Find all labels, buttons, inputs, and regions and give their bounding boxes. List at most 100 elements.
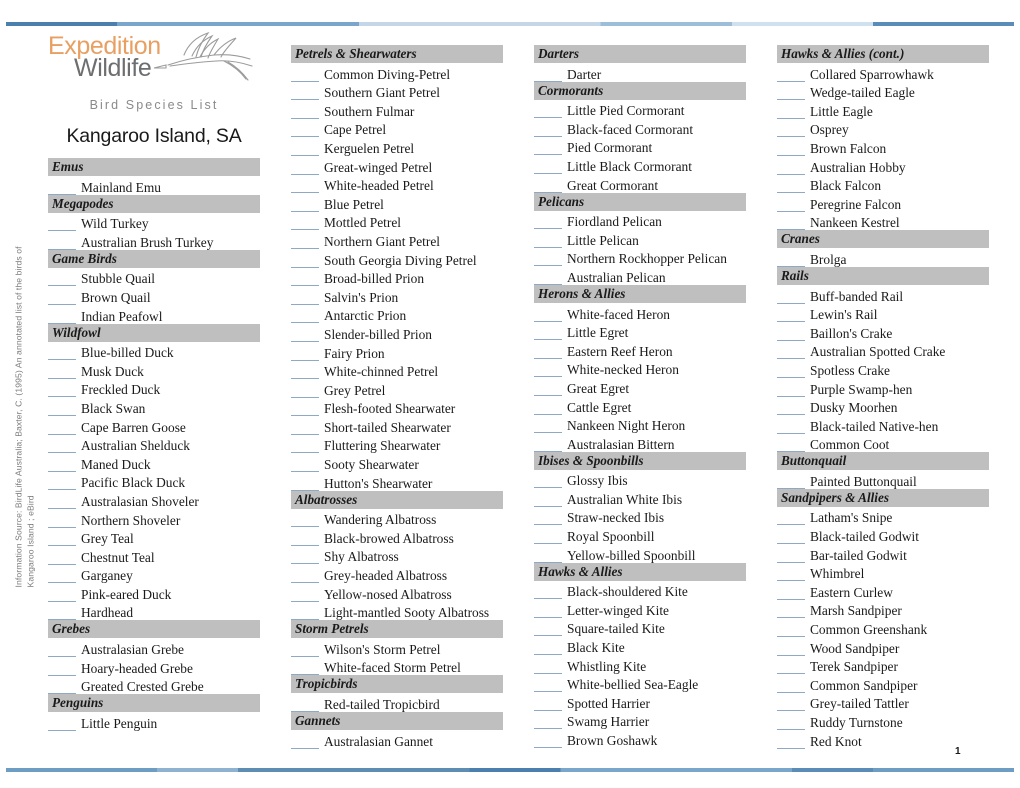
species-checkbox-blank[interactable]: [777, 734, 805, 749]
species-checkbox-blank[interactable]: [291, 568, 319, 584]
species-checkbox-blank[interactable]: [291, 290, 319, 305]
species-checkbox-blank[interactable]: [291, 215, 319, 231]
species-checkbox-blank[interactable]: [534, 159, 562, 174]
species-checkbox-blank[interactable]: [534, 437, 562, 452]
species-checkbox-blank[interactable]: [291, 642, 319, 657]
species-checkbox-blank[interactable]: [291, 67, 319, 82]
species-checkbox-blank[interactable]: [777, 104, 805, 119]
species-checkbox-blank[interactable]: [777, 529, 805, 545]
species-checkbox-blank[interactable]: [48, 661, 76, 676]
species-checkbox-blank[interactable]: [534, 251, 562, 267]
species-checkbox-blank[interactable]: [534, 122, 562, 137]
species-checkbox-blank[interactable]: [291, 346, 319, 361]
species-checkbox-blank[interactable]: [777, 215, 805, 231]
species-checkbox-blank[interactable]: [48, 457, 76, 472]
species-checkbox-blank[interactable]: [777, 67, 805, 82]
species-checkbox-blank[interactable]: [291, 587, 319, 602]
species-checkbox-blank[interactable]: [534, 733, 562, 748]
species-checkbox-blank[interactable]: [291, 476, 319, 491]
species-checkbox-blank[interactable]: [291, 401, 319, 417]
species-checkbox-blank[interactable]: [534, 714, 562, 730]
species-checkbox-blank[interactable]: [291, 697, 319, 712]
species-checkbox-blank[interactable]: [534, 603, 562, 618]
species-checkbox-blank[interactable]: [291, 605, 319, 621]
species-checkbox-blank[interactable]: [291, 160, 319, 175]
species-checkbox-blank[interactable]: [291, 512, 319, 528]
species-checkbox-blank[interactable]: [534, 492, 562, 507]
species-checkbox-blank[interactable]: [777, 400, 805, 416]
species-checkbox-blank[interactable]: [777, 178, 805, 194]
species-checkbox-blank[interactable]: [291, 383, 319, 398]
species-checkbox-blank[interactable]: [534, 548, 562, 563]
species-checkbox-blank[interactable]: [48, 309, 76, 324]
species-checkbox-blank[interactable]: [534, 381, 562, 396]
species-checkbox-blank[interactable]: [48, 550, 76, 565]
species-checkbox-blank[interactable]: [777, 382, 805, 397]
species-checkbox-blank[interactable]: [534, 696, 562, 711]
species-checkbox-blank[interactable]: [777, 510, 805, 526]
species-checkbox-blank[interactable]: [777, 548, 805, 563]
species-checkbox-blank[interactable]: [534, 400, 562, 415]
species-checkbox-blank[interactable]: [534, 418, 562, 434]
species-checkbox-blank[interactable]: [534, 344, 562, 359]
species-checkbox-blank[interactable]: [48, 235, 76, 250]
species-checkbox-blank[interactable]: [777, 197, 805, 212]
species-checkbox-blank[interactable]: [48, 438, 76, 454]
species-checkbox-blank[interactable]: [48, 290, 76, 305]
species-checkbox-blank[interactable]: [777, 437, 805, 453]
species-checkbox-blank[interactable]: [534, 584, 562, 600]
species-checkbox-blank[interactable]: [777, 307, 805, 323]
species-checkbox-blank[interactable]: [777, 141, 805, 156]
species-checkbox-blank[interactable]: [777, 585, 805, 600]
species-checkbox-blank[interactable]: [48, 513, 76, 528]
species-checkbox-blank[interactable]: [534, 307, 562, 322]
species-checkbox-blank[interactable]: [777, 715, 805, 730]
species-checkbox-blank[interactable]: [777, 678, 805, 693]
species-checkbox-blank[interactable]: [48, 475, 76, 491]
species-checkbox-blank[interactable]: [291, 438, 319, 454]
species-checkbox-blank[interactable]: [291, 457, 319, 473]
species-checkbox-blank[interactable]: [291, 327, 319, 342]
species-checkbox-blank[interactable]: [291, 85, 319, 101]
species-checkbox-blank[interactable]: [777, 622, 805, 638]
species-checkbox-blank[interactable]: [291, 734, 319, 749]
species-checkbox-blank[interactable]: [777, 566, 805, 582]
species-checkbox-blank[interactable]: [777, 603, 805, 619]
species-checkbox-blank[interactable]: [48, 568, 76, 584]
species-checkbox-blank[interactable]: [534, 103, 562, 119]
species-checkbox-blank[interactable]: [534, 325, 562, 341]
species-checkbox-blank[interactable]: [291, 660, 319, 676]
species-checkbox-blank[interactable]: [48, 216, 76, 232]
species-checkbox-blank[interactable]: [291, 308, 319, 324]
species-checkbox-blank[interactable]: [48, 679, 76, 695]
species-checkbox-blank[interactable]: [48, 420, 76, 435]
species-checkbox-blank[interactable]: [777, 419, 805, 434]
species-checkbox-blank[interactable]: [291, 141, 319, 156]
species-checkbox-blank[interactable]: [48, 642, 76, 658]
species-checkbox-blank[interactable]: [534, 510, 562, 526]
species-checkbox-blank[interactable]: [291, 549, 319, 565]
species-checkbox-blank[interactable]: [534, 270, 562, 285]
species-checkbox-blank[interactable]: [777, 85, 805, 101]
species-checkbox-blank[interactable]: [534, 140, 562, 156]
species-checkbox-blank[interactable]: [291, 531, 319, 546]
species-checkbox-blank[interactable]: [534, 214, 562, 230]
species-checkbox-blank[interactable]: [777, 252, 805, 267]
species-checkbox-blank[interactable]: [291, 178, 319, 194]
species-checkbox-blank[interactable]: [534, 640, 562, 656]
species-checkbox-blank[interactable]: [291, 420, 319, 435]
species-checkbox-blank[interactable]: [48, 494, 76, 509]
species-checkbox-blank[interactable]: [777, 659, 805, 675]
species-checkbox-blank[interactable]: [777, 363, 805, 378]
species-checkbox-blank[interactable]: [777, 122, 805, 138]
species-checkbox-blank[interactable]: [291, 104, 319, 119]
species-checkbox-blank[interactable]: [777, 160, 805, 175]
species-checkbox-blank[interactable]: [48, 587, 76, 602]
species-checkbox-blank[interactable]: [291, 197, 319, 212]
species-checkbox-blank[interactable]: [48, 345, 76, 361]
species-checkbox-blank[interactable]: [291, 364, 319, 380]
species-checkbox-blank[interactable]: [291, 253, 319, 268]
species-checkbox-blank[interactable]: [534, 473, 562, 489]
species-checkbox-blank[interactable]: [777, 641, 805, 656]
species-checkbox-blank[interactable]: [48, 180, 76, 195]
